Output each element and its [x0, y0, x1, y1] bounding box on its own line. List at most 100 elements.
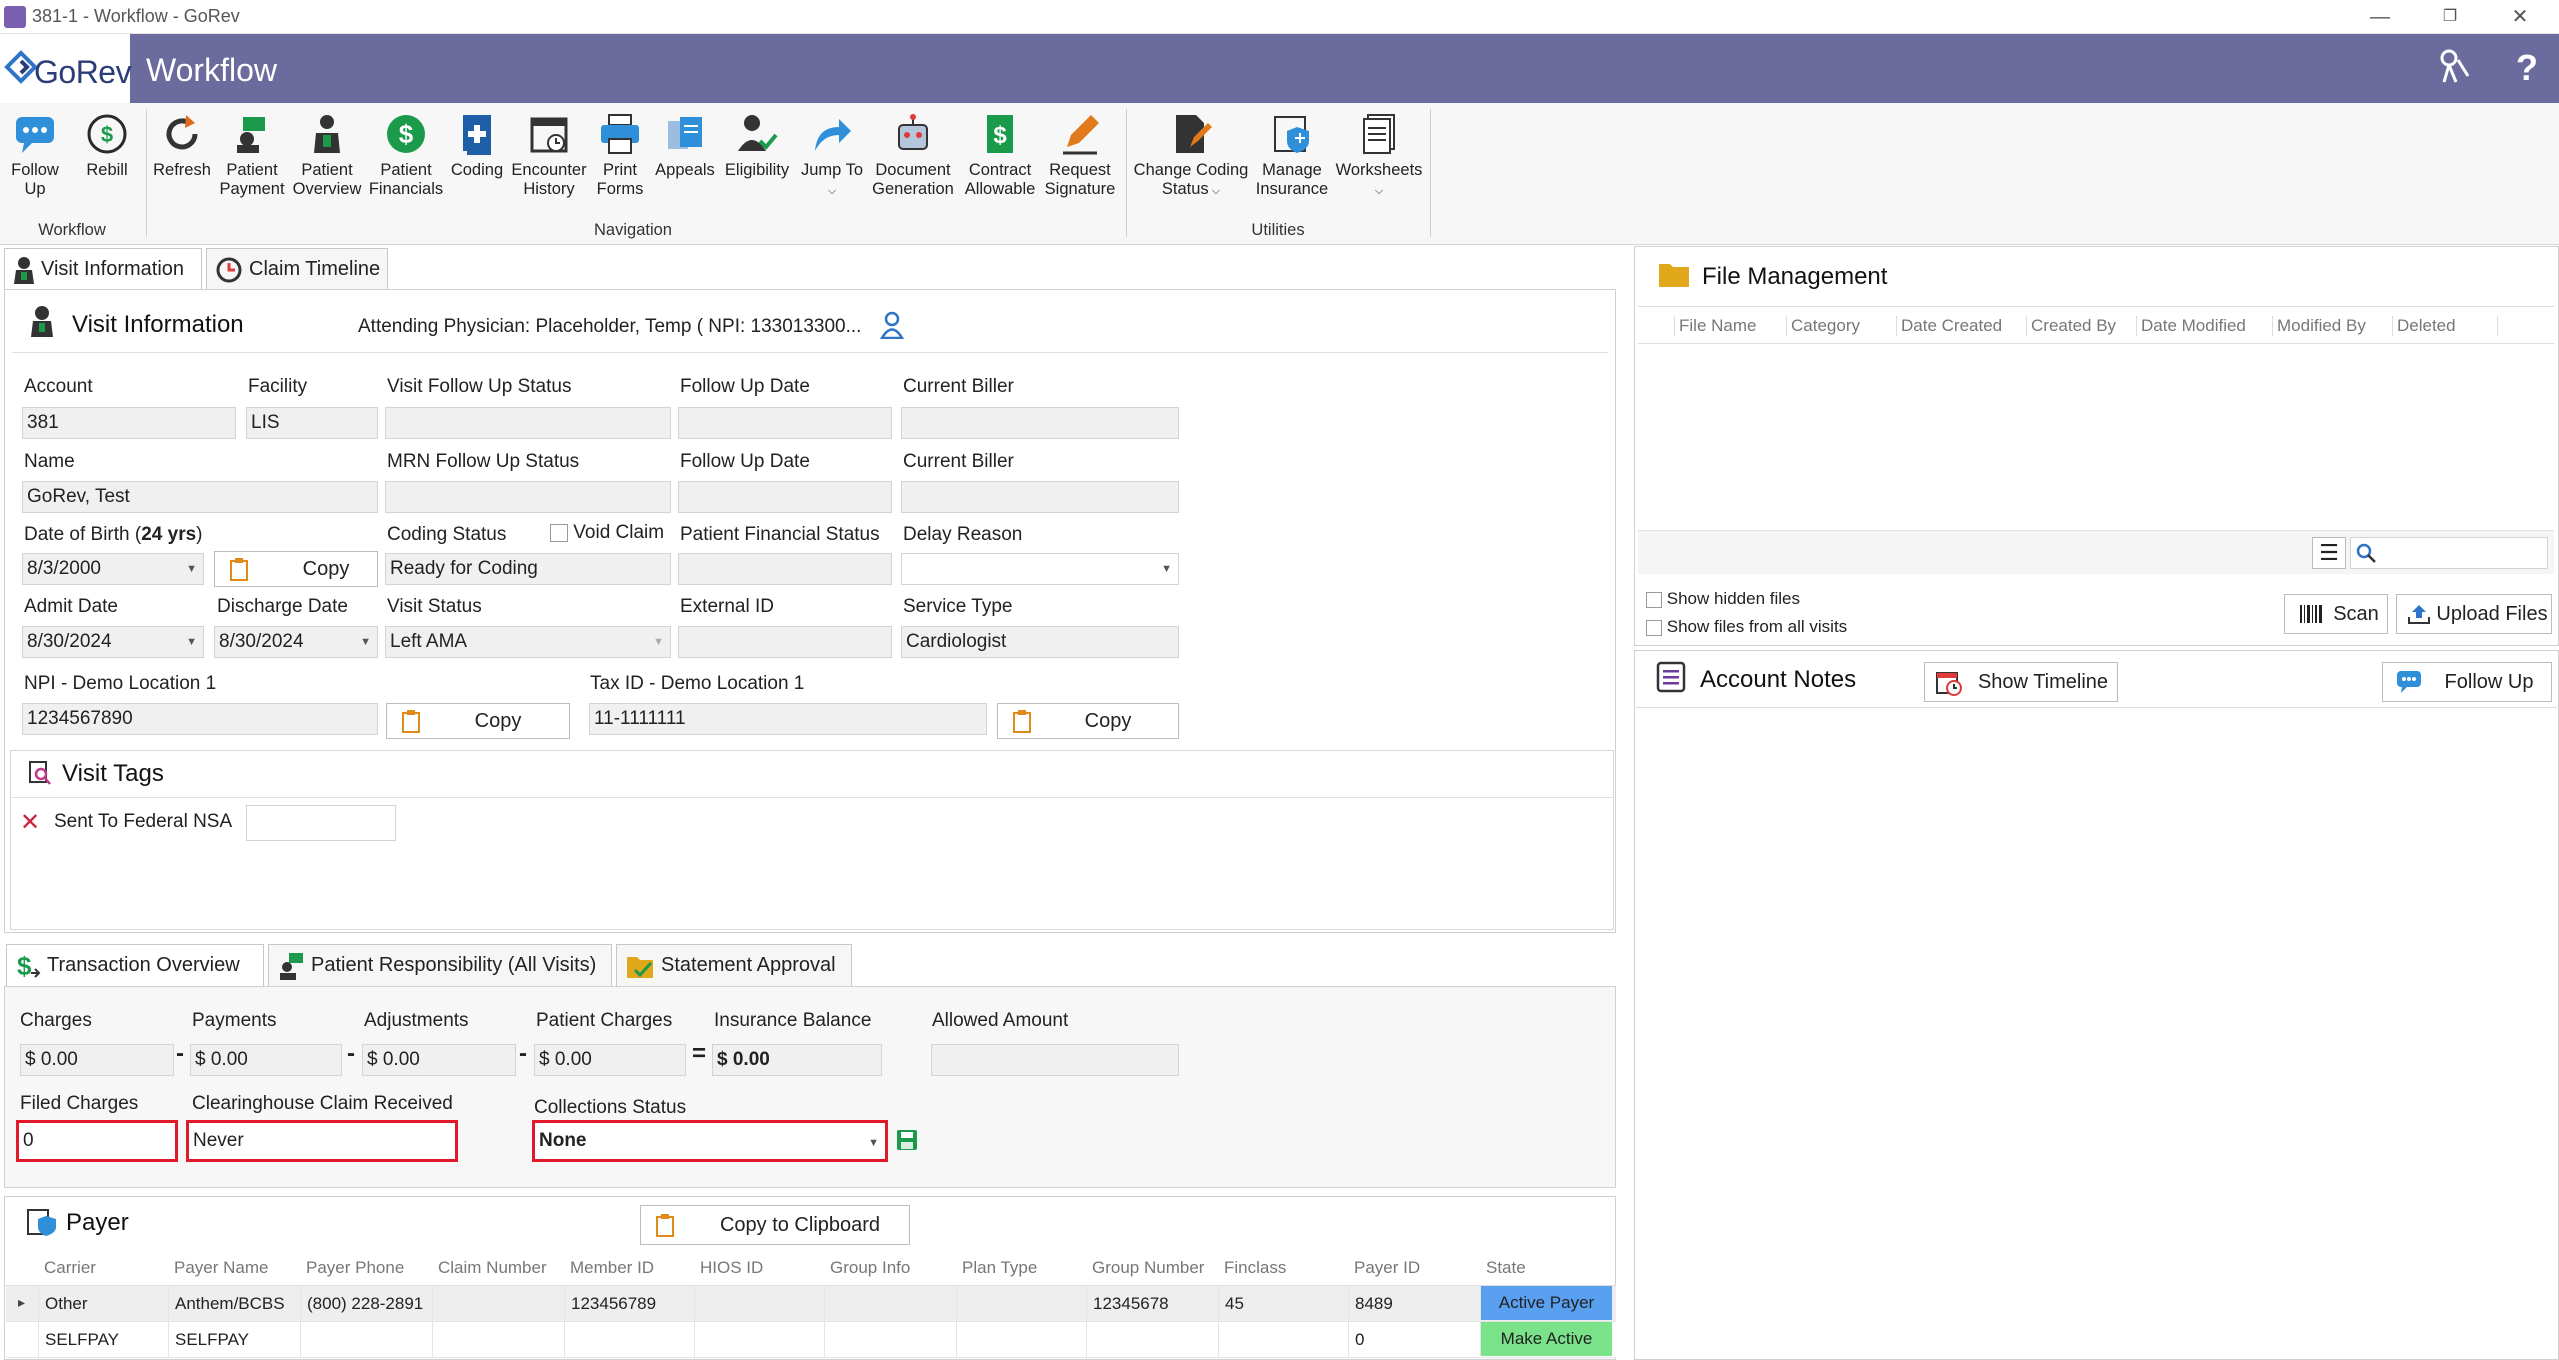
- name-field[interactable]: GoRev, Test: [22, 481, 378, 513]
- change-coding-status-button[interactable]: Change Coding Status ⌵: [1132, 111, 1250, 216]
- document-generation-button[interactable]: Document Generation: [870, 111, 956, 216]
- rebill-button[interactable]: $ Rebill: [74, 111, 140, 216]
- column-header[interactable]: HIOS ID: [700, 1258, 824, 1278]
- follow-up-date-field[interactable]: [678, 407, 892, 439]
- request-signature-button[interactable]: Request Signature: [1044, 111, 1116, 216]
- show-hidden-files-check[interactable]: [1646, 591, 1662, 608]
- tax-id-field[interactable]: 11-1111111: [589, 703, 987, 735]
- insurance-balance-field[interactable]: $ 0.00: [712, 1044, 882, 1076]
- visit-follow-up-status-field[interactable]: [385, 407, 671, 439]
- copy-dob-button[interactable]: Copy: [214, 551, 378, 587]
- void-claim-checkbox[interactable]: Void Claim: [550, 522, 664, 544]
- coding-button[interactable]: Coding: [448, 111, 506, 216]
- encounter-history-button[interactable]: Encounter History: [508, 111, 590, 216]
- column-header[interactable]: Member ID: [570, 1258, 694, 1278]
- facility-field[interactable]: LIS: [246, 407, 378, 439]
- column-header[interactable]: Payer Name: [174, 1258, 298, 1278]
- current-biller-field[interactable]: [901, 407, 1179, 439]
- worksheets-button[interactable]: Worksheets ⌵: [1334, 111, 1424, 216]
- chevron-down-icon[interactable]: ▼: [1161, 554, 1172, 584]
- manage-insurance-button[interactable]: Manage Insurance: [1252, 111, 1332, 216]
- show-all-visits-checkbox[interactable]: Show files from all visits: [1646, 617, 1847, 637]
- patient-payment-button[interactable]: Patient Payment: [216, 111, 288, 216]
- file-search-input[interactable]: [2350, 537, 2548, 569]
- collections-status-select[interactable]: None ▼: [532, 1120, 888, 1162]
- show-timeline-button[interactable]: Show Timeline: [1924, 662, 2118, 702]
- print-forms-button[interactable]: Print Forms: [592, 111, 648, 216]
- copy-npi-button[interactable]: Copy: [386, 703, 570, 739]
- payments-field[interactable]: $ 0.00: [190, 1044, 342, 1076]
- chevron-down-icon[interactable]: ▼: [186, 554, 197, 584]
- chevron-down-icon[interactable]: ▼: [186, 627, 197, 657]
- tag-value-field[interactable]: [246, 805, 396, 841]
- remove-tag-icon[interactable]: ✕: [20, 808, 40, 837]
- mrn-follow-up-date-field[interactable]: [678, 481, 892, 513]
- mrn-follow-up-status-field[interactable]: [385, 481, 671, 513]
- column-header[interactable]: Claim Number: [438, 1258, 562, 1278]
- npi-field[interactable]: 1234567890: [22, 703, 378, 735]
- admit-date-field[interactable]: 8/30/2024 ▼: [22, 626, 204, 658]
- coding-status-field[interactable]: Ready for Coding: [385, 553, 671, 585]
- table-row[interactable]: ▸ Other Anthem/BCBS (800) 228-2891 123456789…: [6, 1286, 1616, 1322]
- column-header[interactable]: Modified By: [2272, 316, 2386, 336]
- column-header[interactable]: Carrier: [44, 1258, 164, 1278]
- service-type-field[interactable]: Cardiologist: [901, 626, 1179, 658]
- close-window-button[interactable]: ✕: [2490, 2, 2550, 32]
- restore-button[interactable]: ❐: [2420, 2, 2480, 32]
- copy-to-clipboard-button[interactable]: Copy to Clipboard: [640, 1205, 910, 1245]
- column-header[interactable]: Date Created: [1896, 316, 2020, 336]
- allowed-amount-field[interactable]: [931, 1044, 1179, 1076]
- clearinghouse-field[interactable]: Never: [186, 1120, 458, 1162]
- menu-icon[interactable]: ☰: [2312, 537, 2346, 569]
- patient-financials-button[interactable]: $ Patient Financials: [366, 111, 446, 216]
- void-claim-check[interactable]: [550, 523, 568, 542]
- column-header[interactable]: Finclass: [1224, 1258, 1348, 1278]
- column-header[interactable]: Deleted: [2392, 316, 2498, 336]
- tab-transaction-overview[interactable]: $ Transaction Overview: [6, 944, 264, 986]
- jump-to-button[interactable]: Jump To ⌵: [796, 111, 868, 216]
- tab-statement-approval[interactable]: Statement Approval: [616, 944, 852, 986]
- chevron-down-icon[interactable]: ▼: [653, 627, 664, 657]
- patient-charges-field[interactable]: $ 0.00: [534, 1044, 686, 1076]
- user-keys-icon[interactable]: [2432, 46, 2476, 90]
- visit-status-select[interactable]: Left AMA ▼: [385, 626, 671, 658]
- chevron-down-icon[interactable]: ▼: [360, 627, 371, 657]
- notes-follow-up-button[interactable]: Follow Up: [2382, 662, 2552, 702]
- tab-visit-information[interactable]: Visit Information: [4, 248, 202, 290]
- table-cell[interactable]: Active Payer: [1480, 1286, 1612, 1320]
- patient-financial-status-field[interactable]: [678, 553, 892, 585]
- column-header[interactable]: Category: [1786, 316, 1890, 336]
- refresh-button[interactable]: Refresh: [150, 111, 214, 216]
- column-header[interactable]: Created By: [2026, 316, 2130, 336]
- adjustments-field[interactable]: $ 0.00: [362, 1044, 516, 1076]
- eligibility-button[interactable]: Eligibility: [720, 111, 794, 216]
- tab-claim-timeline[interactable]: Claim Timeline: [206, 248, 388, 290]
- tab-patient-responsibility[interactable]: Patient Responsibility (All Visits): [268, 944, 612, 986]
- table-row[interactable]: SELFPAY SELFPAY 0 Make Active: [6, 1322, 1616, 1358]
- show-hidden-files-checkbox[interactable]: Show hidden files: [1646, 589, 1800, 609]
- table-cell[interactable]: Make Active: [1480, 1322, 1612, 1356]
- column-header[interactable]: Plan Type: [962, 1258, 1086, 1278]
- filed-charges-field[interactable]: 0: [16, 1120, 178, 1162]
- column-header[interactable]: Payer ID: [1354, 1258, 1478, 1278]
- appeals-button[interactable]: Appeals: [650, 111, 720, 216]
- charges-field[interactable]: $ 0.00: [20, 1044, 174, 1076]
- minimize-button[interactable]: —: [2350, 2, 2410, 32]
- scan-button[interactable]: Scan: [2284, 594, 2388, 634]
- column-header[interactable]: Group Info: [830, 1258, 954, 1278]
- discharge-date-field[interactable]: 8/30/2024 ▼: [214, 626, 378, 658]
- patient-overview-button[interactable]: Patient Overview: [290, 111, 364, 216]
- follow-up-button[interactable]: Follow Up: [4, 111, 66, 216]
- contract-allowable-button[interactable]: $ Contract Allowable: [958, 111, 1042, 216]
- copy-tax-id-button[interactable]: Copy: [997, 703, 1179, 739]
- upload-files-button[interactable]: Upload Files: [2396, 594, 2552, 634]
- column-header[interactable]: State: [1486, 1258, 1610, 1278]
- account-field[interactable]: 381: [22, 407, 236, 439]
- column-header[interactable]: File Name: [1674, 316, 1778, 336]
- show-all-visits-check[interactable]: [1646, 619, 1662, 636]
- help-icon[interactable]: ?: [2505, 46, 2549, 90]
- column-header[interactable]: Group Number: [1092, 1258, 1216, 1278]
- dob-field[interactable]: 8/3/2000 ▼: [22, 553, 204, 585]
- save-icon[interactable]: [896, 1129, 918, 1151]
- mrn-current-biller-field[interactable]: [901, 481, 1179, 513]
